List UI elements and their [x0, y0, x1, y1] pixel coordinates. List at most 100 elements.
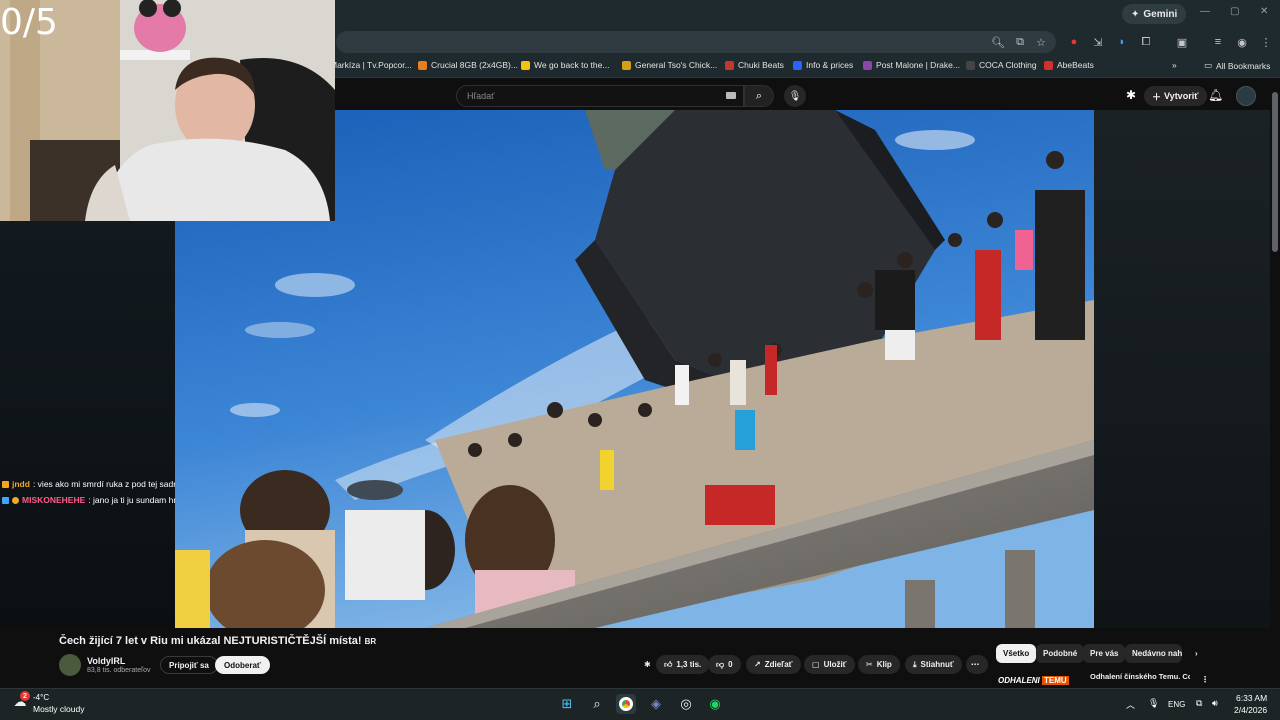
chat-message: MISKONEHEHE : jano ja ti ju sundam hned — [2, 495, 188, 505]
join-button[interactable]: Pripojiť sa — [160, 656, 218, 674]
media-controls-icon[interactable]: ≡ — [1210, 34, 1226, 50]
weather-temperature[interactable]: -4°C — [33, 693, 49, 702]
subscribe-button[interactable]: Odoberať — [215, 656, 270, 674]
split-view-icon[interactable]: ▣ — [1174, 34, 1190, 50]
thumbs-down-icon: 👎︎ — [716, 659, 725, 669]
bookmark-item[interactable]: Crucial 8GB (2x4GB)... — [418, 60, 518, 70]
clock-time[interactable]: 6:33 AM — [1236, 693, 1267, 703]
bookmark-favicon — [966, 60, 975, 70]
extension-icon[interactable]: ⇲ — [1090, 34, 1106, 50]
voice-search-button[interactable]: 🎙︎ — [784, 85, 806, 107]
notifications-bell-icon[interactable]: 🔔︎ — [1208, 88, 1223, 102]
bookmark-favicon — [725, 60, 734, 70]
chat-badge-icon — [2, 496, 9, 504]
bookmark-item[interactable]: Info & prices — [793, 60, 853, 70]
chrome-logo — [619, 697, 633, 711]
obs-icon[interactable]: ◎ — [676, 694, 696, 714]
goal-counter: 0/5 — [0, 2, 58, 43]
chip-for-you[interactable]: Pre vás — [1083, 644, 1126, 663]
extension-opera-icon[interactable]: ● — [1066, 34, 1082, 50]
save-icon: ▢ — [812, 660, 820, 669]
bookmark-favicon — [793, 60, 802, 70]
download-button[interactable]: ⤓ Stiahnuť — [905, 655, 962, 674]
volume-icon[interactable]: 🔊︎ — [1212, 698, 1218, 709]
download-icon: ⤓ — [913, 659, 917, 669]
bookmark-item[interactable]: Markíza | Tv.Popcor... — [330, 60, 412, 70]
thumbs-up-icon: 👍︎ — [664, 659, 673, 669]
subscriber-count: 83,8 tis. odberateľov — [87, 667, 151, 674]
bookmark-item[interactable]: AbeBeats — [1044, 60, 1094, 70]
clock-date[interactable]: 2/4/2026 — [1234, 705, 1267, 715]
account-avatar[interactable] — [1236, 86, 1256, 106]
recommendation-title[interactable]: Odhalení čínského Temu. Co — [1090, 672, 1190, 681]
more-menu-icon[interactable]: ⋮ — [1258, 34, 1274, 50]
save-button[interactable]: ▢ Uložiť — [804, 655, 855, 674]
bookmark-favicon — [521, 60, 530, 70]
stream-left-panel — [0, 221, 175, 628]
tray-chevron-icon[interactable]: ︿ — [1126, 698, 1135, 711]
sparkle-icon: ✦ — [1131, 8, 1140, 20]
extension-header-icon[interactable]: ✱ — [1126, 88, 1136, 102]
language-indicator[interactable]: ENG — [1168, 700, 1185, 709]
network-icon[interactable]: ⧉ — [1196, 698, 1202, 709]
clip-button[interactable]: ✂ Klip — [858, 655, 900, 674]
mic-icon: 🎙︎ — [788, 90, 802, 102]
bookmark-item[interactable]: Chuki Beats — [725, 60, 784, 70]
chat-message: jndd : vies ako mi smrdí ruka z pod tej … — [2, 479, 176, 489]
scrollbar-thumb[interactable] — [1272, 92, 1278, 252]
tray-mic-icon[interactable]: 🎙︎ — [1148, 698, 1159, 709]
notification-badge: 2 — [20, 691, 30, 701]
extension-audio-icon[interactable]: ◗ — [1114, 34, 1130, 50]
search-button[interactable]: ⌕ — [744, 85, 774, 107]
more-actions-icon[interactable]: ⋯ — [966, 655, 988, 674]
scissors-icon: ✂ — [866, 660, 873, 669]
close-window-button[interactable]: ✕ — [1260, 6, 1268, 17]
start-windows-icon[interactable]: ⊞ — [557, 694, 577, 714]
bookmark-favicon — [1044, 60, 1053, 70]
windows-taskbar — [0, 688, 1280, 720]
weather-description[interactable]: Mostly cloudy — [33, 704, 85, 714]
recommendation-menu-icon[interactable]: ⋮ — [1198, 670, 1212, 689]
bookmark-favicon — [863, 60, 872, 70]
create-button[interactable]: ＋ Vytvoriť — [1144, 86, 1207, 106]
all-bookmarks-folder[interactable]: ▭ All Bookmarks — [1204, 60, 1270, 71]
title-tag: BR — [364, 637, 377, 646]
bookmark-item[interactable]: Post Malone | Drake... — [863, 60, 960, 70]
dislike-button[interactable]: 👎︎ 0 — [708, 655, 741, 674]
search-icon[interactable]: ⌕ — [587, 694, 607, 714]
gemini-button[interactable]: ✦ Gemini — [1122, 4, 1187, 24]
bookmarks-overflow-icon[interactable]: » — [1172, 60, 1177, 70]
keyboard-icon[interactable] — [726, 92, 736, 99]
bookmark-favicon — [418, 60, 427, 70]
bookmark-item[interactable]: General Tso's Chick... — [622, 60, 717, 70]
chip-recently-uploaded[interactable]: Nedávno nahr... — [1125, 644, 1182, 663]
recommendation-thumbnail[interactable]: ODHALENI TEMU — [998, 676, 1069, 685]
chevron-right-icon[interactable]: › — [1188, 644, 1205, 663]
chrome-icon[interactable] — [616, 694, 636, 714]
bookmark-favicon — [622, 60, 631, 70]
profile-avatar[interactable]: ◉ — [1234, 34, 1250, 50]
search-icon: ⌕ — [755, 89, 763, 102]
channel-name[interactable]: VoldyIRL — [87, 656, 125, 666]
chat-badge-icon — [12, 496, 19, 504]
channel-avatar[interactable] — [59, 654, 81, 676]
search-input[interactable]: Hľadať — [456, 85, 744, 107]
share-button[interactable]: ↗ Zdieľať — [746, 655, 801, 674]
address-bar[interactable] — [336, 31, 1056, 53]
minimize-button[interactable]: — — [1200, 6, 1210, 17]
bookmark-star-icon[interactable]: ☆ — [1033, 34, 1049, 50]
zoom-icon[interactable]: 🔍︎ — [990, 34, 1006, 50]
chip-all[interactable]: Všetko — [996, 644, 1037, 663]
like-button[interactable]: 👍︎ 1,3 tis. — [656, 655, 710, 674]
install-app-icon[interactable]: ⧉ — [1012, 34, 1028, 50]
spotify-icon[interactable]: ◉ — [705, 694, 725, 714]
maximize-button[interactable]: ▢ — [1230, 6, 1239, 17]
right-panel-background — [1094, 110, 1270, 628]
discord-icon[interactable]: ◈ — [646, 694, 666, 714]
video-title: Čech žijící 7 let v Riu mi ukázal NEJTUR… — [59, 635, 377, 647]
bookmark-item[interactable]: We go back to the... — [521, 60, 609, 70]
extensions-puzzle-icon[interactable]: ⧠ — [1138, 34, 1154, 50]
chip-related[interactable]: Podobné — [1036, 644, 1085, 663]
bookmark-item[interactable]: COCA Clothing — [966, 60, 1037, 70]
share-icon: ↗ — [754, 660, 761, 669]
